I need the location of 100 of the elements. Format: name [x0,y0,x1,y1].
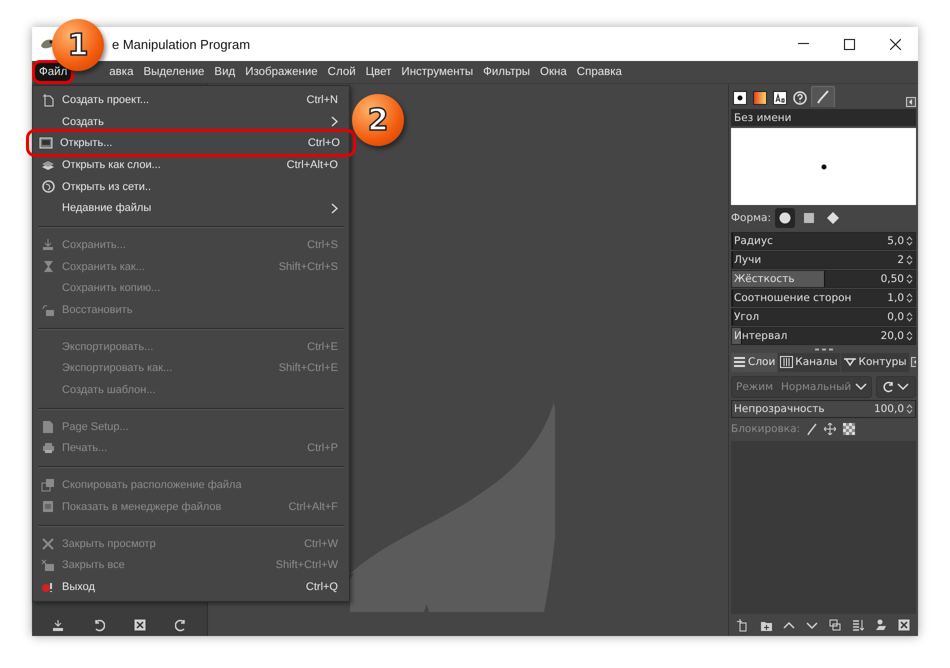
export-icon[interactable] [52,618,64,632]
spinner-icon[interactable] [906,403,913,415]
slider-label: Лучи [733,254,762,266]
globe-icon [42,180,54,194]
slider-value: 2 [897,254,904,266]
menu-title[interactable]: Выделение [139,63,208,81]
menu-title[interactable]: Инструменты [397,63,478,81]
save-icon [42,238,54,252]
channels-icon [780,356,794,368]
menu-title[interactable]: Цвет [362,63,396,81]
reset-icon[interactable] [174,618,187,632]
font-icon [773,90,787,104]
slider[interactable]: Радиус 5,0 [731,232,916,250]
lock-label: Блокировка: [731,423,800,435]
menu-item[interactable]: Создать [35,110,347,132]
gradient-icon [753,90,767,104]
lock-alpha-icon[interactable] [843,423,856,435]
menu-title[interactable]: Изображение [241,63,322,81]
dock-tab[interactable] [751,88,769,107]
paintbrush-icon [816,90,830,104]
menu-title[interactable]: Вид [210,63,240,81]
maximize-icon [844,38,854,50]
slider-label: Угол [733,311,760,323]
slider-value: 20,0 [880,330,904,342]
merge-down-icon[interactable] [852,618,864,632]
resize-handle-icon[interactable] [814,348,834,350]
opacity-slider[interactable]: Непрозрачность 100,0 [731,400,916,418]
menu-item[interactable]: Недавние файлы [35,197,347,220]
spinner-icon[interactable] [906,273,913,285]
slider[interactable]: Лучи 2 [731,251,916,269]
slider[interactable]: Соотношение сторон 1,0 [731,289,916,307]
menu-title[interactable]: Справка [572,63,626,81]
menu-item[interactable]: Открыть... Ctrl+O [29,132,353,154]
menu-title[interactable]: Файл [35,63,72,81]
lock-pixels-icon[interactable] [807,423,818,435]
dock-tab[interactable]: Слои [731,352,778,372]
close-icon [42,538,54,550]
layers-icon [41,158,55,171]
square-shape-icon [804,213,814,223]
slider-value: 0,50 [880,273,904,285]
brush-dot-icon [820,164,826,170]
undo-icon[interactable] [93,618,106,632]
close-icon [890,38,900,50]
anchor-icon[interactable] [875,618,887,632]
slider-label: Жёсткость [733,273,796,285]
diamond-shape-icon [827,212,840,224]
menu-item[interactable]: Открыть как слои... Ctrl+Alt+O [35,154,347,176]
menu-title[interactable]: Фильтры [479,63,534,81]
slider-value: 0,0 [887,311,904,323]
slider[interactable]: Интервал 20,0 [731,327,916,345]
spinner-icon[interactable] [906,235,913,247]
slider[interactable]: Угол 0,0 [731,308,916,326]
dock-tab[interactable] [731,88,749,107]
mode-value: Нормальный [781,381,852,393]
printer-icon [42,442,54,454]
composite-icon [883,381,896,393]
slider-value: 5,0 [887,235,904,247]
spinner-icon[interactable] [906,254,913,266]
slider-label: Соотношение сторон [733,292,852,304]
revert-icon [41,304,55,317]
quit-icon [41,580,55,593]
dock-menu-icon[interactable] [910,357,916,367]
new-file-icon [42,92,54,107]
lock-position-icon[interactable] [824,423,836,435]
spinner-icon[interactable] [906,292,913,304]
brush-name-field[interactable]: Без имени [731,109,916,126]
paths-icon [842,356,856,368]
slider-value: 100,0 [874,403,904,415]
dock-tab[interactable]: Каналы [778,352,840,372]
dock-tab[interactable] [771,88,789,107]
slider[interactable]: Жёсткость 0,50 [731,270,916,288]
spinner-icon[interactable] [906,330,913,342]
menu-title[interactable]: Слой [324,63,360,81]
copy-icon [41,478,55,492]
circle-shape-icon [779,212,792,224]
composite-dropdown[interactable] [876,376,916,398]
menu-item[interactable]: Создать проект... Ctrl+N [35,89,347,111]
chevron-down-icon [855,383,868,391]
slider-label: Интервал [733,330,788,342]
slider-label: Непрозрачность [733,403,826,415]
minimize-icon [798,43,808,45]
help-icon [793,90,807,104]
slider-label: Радиус [733,235,774,247]
menu-item[interactable]: Выход Ctrl+Q [35,576,347,598]
chevron-down-icon [897,383,910,391]
duplicate-icon[interactable] [829,618,841,632]
spinner-icon[interactable] [906,311,913,323]
dock-tab[interactable]: Контуры [840,352,909,372]
shape-label: Форма: [731,212,772,224]
delete-icon[interactable] [898,618,910,632]
new-layer-icon[interactable] [737,618,749,632]
mode-label: Режим [736,381,773,393]
shape-option[interactable] [775,208,796,228]
menu-item[interactable]: Открыть из сети.. [35,176,347,198]
close-all-icon [41,558,55,572]
menu-title[interactable]: авка [105,63,138,81]
menu-title[interactable]: Окна [536,63,571,81]
image-icon [39,137,53,150]
delete-icon[interactable] [134,618,146,632]
dock-menu-icon[interactable] [906,97,916,107]
